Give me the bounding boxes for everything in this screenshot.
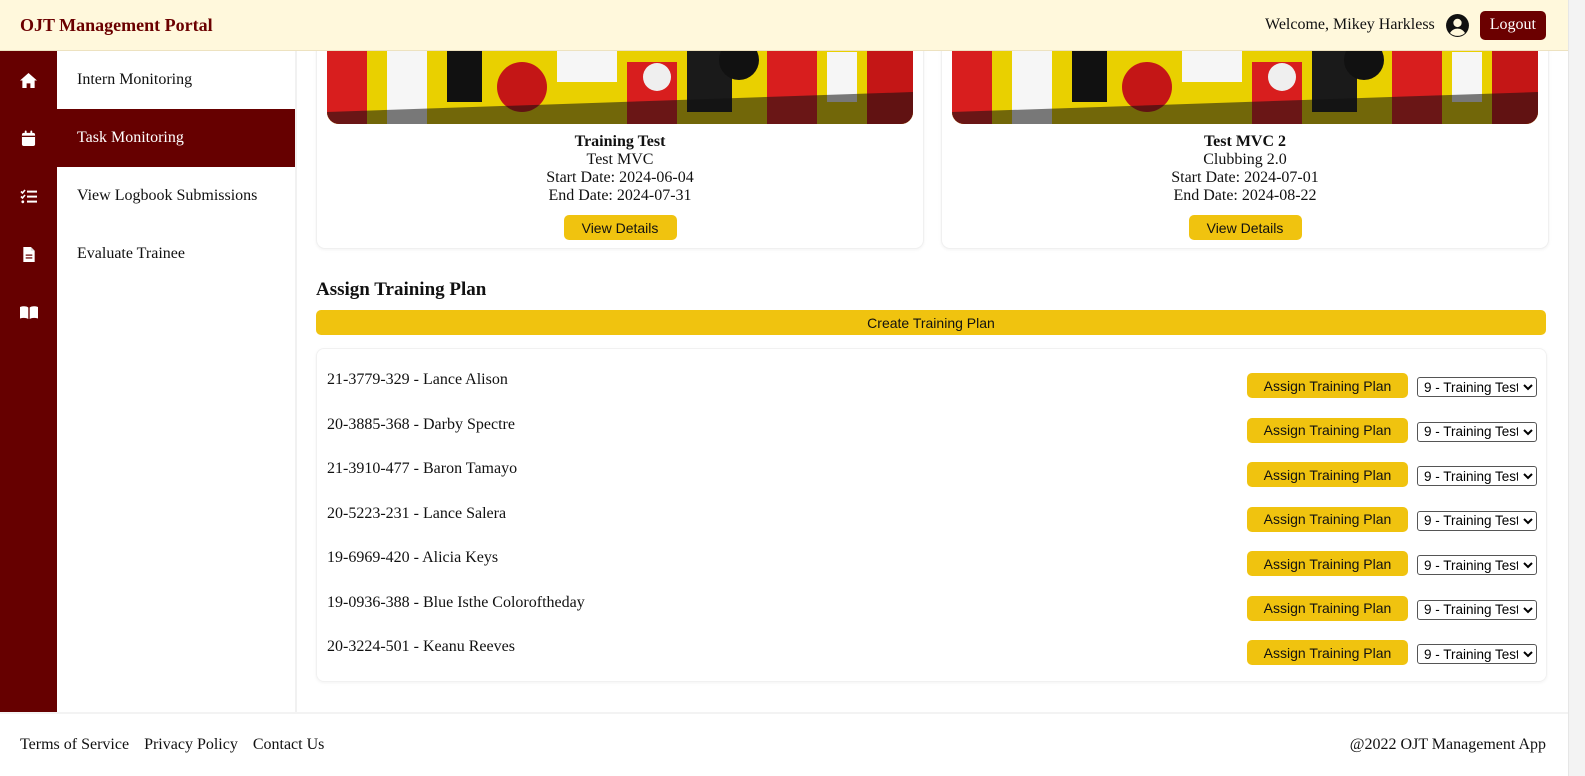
home-icon[interactable] — [0, 51, 57, 109]
training-plan-select[interactable]: 9 - Training Test — [1417, 466, 1537, 486]
page-scrollbar[interactable] — [1568, 0, 1585, 776]
end-date: End Date: 2024-07-31 — [548, 187, 692, 204]
training-card-body: Training Test Test MVC Start Date: 2024-… — [317, 133, 923, 240]
intern-row: 20-5223-231 - Lance Salera Assign Traini… — [317, 505, 1546, 535]
assign-training-plan-button[interactable]: Assign Training Plan — [1247, 640, 1408, 665]
intern-name: 19-6969-420 - Alicia Keys — [327, 549, 499, 566]
intern-row: 20-3224-501 - Keanu Reeves Assign Traini… — [317, 638, 1546, 668]
training-plan-select[interactable]: 9 - Training Test — [1417, 555, 1537, 575]
assign-training-plan-button[interactable]: Assign Training Plan — [1247, 373, 1408, 398]
training-plan-select[interactable]: 9 - Training Test — [1417, 644, 1537, 664]
assign-training-plan-button[interactable]: Assign Training Plan — [1247, 551, 1408, 576]
intern-row: 20-3885-368 - Darby Spectre Assign Train… — [317, 416, 1546, 446]
training-subtitle: Test MVC — [586, 151, 654, 168]
view-details-button[interactable]: View Details — [1188, 215, 1302, 240]
footer-links: Terms of Service Privacy Policy Contact … — [20, 736, 324, 754]
training-card-body: Test MVC 2 Clubbing 2.0 Start Date: 2024… — [942, 133, 1548, 240]
start-date: Start Date: 2024-06-04 — [546, 169, 694, 186]
intern-name: 21-3779-329 - Lance Alison — [327, 371, 508, 388]
training-subtitle: Clubbing 2.0 — [1203, 151, 1287, 168]
intern-row: 19-6969-420 - Alicia Keys Assign Trainin… — [317, 549, 1546, 579]
menu-item-intern-monitoring[interactable]: Intern Monitoring — [57, 51, 295, 109]
app-title: OJT Management Portal — [20, 14, 213, 35]
assign-training-plan-button[interactable]: Assign Training Plan — [1247, 595, 1408, 621]
create-training-plan-button[interactable]: Create Training Plan — [316, 310, 1546, 335]
intern-row: 21-3779-329 - Lance Alison Assign Traini… — [317, 371, 1546, 401]
training-title: Training Test — [574, 133, 666, 150]
contact-link[interactable]: Contact Us — [253, 736, 325, 754]
assign-section-title: Assign Training Plan — [316, 279, 487, 300]
training-plan-select[interactable]: 9 - Training Test — [1417, 421, 1537, 442]
privacy-link[interactable]: Privacy Policy — [144, 736, 238, 754]
user-avatar-icon[interactable] — [1445, 13, 1470, 38]
intern-assignment-list: 21-3779-329 - Lance Alison Assign Traini… — [316, 348, 1547, 682]
page-footer: Terms of Service Privacy Policy Contact … — [0, 712, 1568, 776]
intern-name: 20-5223-231 - Lance Salera — [327, 504, 507, 522]
menu-item-view-logbook-submissions[interactable]: View Logbook Submissions — [57, 167, 295, 225]
intern-row: 21-3910-477 - Baron Tamayo Assign Traini… — [317, 460, 1546, 490]
document-icon[interactable] — [0, 225, 57, 283]
assign-training-plan-button[interactable]: Assign Training Plan — [1247, 506, 1408, 532]
training-card: Test MVC 2 Clubbing 2.0 Start Date: 2024… — [941, 51, 1549, 249]
intern-name: 21-3910-477 - Baron Tamayo — [327, 460, 518, 477]
side-menu: Intern Monitoring Task Monitoring View L… — [57, 51, 297, 712]
book-icon[interactable] — [0, 283, 57, 341]
terms-link[interactable]: Terms of Service — [20, 736, 129, 754]
calendar-icon[interactable] — [0, 109, 57, 167]
view-details-button[interactable]: View Details — [563, 215, 677, 240]
training-plan-select[interactable]: 9 - Training Test — [1417, 510, 1537, 531]
intern-row: 19-0936-388 - Blue Isthe Coloroftheday A… — [317, 594, 1546, 624]
copyright-text: @2022 OJT Management App — [1349, 736, 1546, 753]
top-header: OJT Management Portal Welcome, Mikey Har… — [0, 0, 1568, 51]
training-plan-select[interactable]: 9 - Training Test — [1417, 599, 1537, 620]
intern-name: 20-3224-501 - Keanu Reeves — [327, 638, 515, 655]
training-card-image — [952, 51, 1538, 124]
menu-item-task-monitoring[interactable]: Task Monitoring — [57, 109, 295, 167]
training-title: Test MVC 2 — [1203, 133, 1287, 150]
training-plan-select[interactable]: 9 - Training Test — [1417, 377, 1537, 397]
assign-training-plan-button[interactable]: Assign Training Plan — [1247, 462, 1408, 487]
training-card-image — [327, 51, 913, 124]
training-card: Training Test Test MVC Start Date: 2024-… — [316, 51, 924, 249]
start-date: Start Date: 2024-07-01 — [1171, 169, 1319, 186]
assign-training-plan-button[interactable]: Assign Training Plan — [1247, 417, 1408, 443]
main-content: Training Test Test MVC Start Date: 2024-… — [298, 51, 1568, 712]
logout-button[interactable]: Logout — [1479, 10, 1546, 40]
welcome-text: Welcome, Mikey Harkless — [1265, 16, 1435, 33]
menu-item-evaluate-trainee[interactable]: Evaluate Trainee — [57, 225, 295, 283]
user-area: Welcome, Mikey Harkless Logout — [1265, 10, 1546, 40]
checklist-icon[interactable] — [0, 167, 57, 225]
intern-name: 19-0936-388 - Blue Isthe Coloroftheday — [327, 593, 585, 611]
intern-name: 20-3885-368 - Darby Spectre — [327, 415, 515, 433]
end-date: End Date: 2024-08-22 — [1173, 187, 1317, 204]
icon-rail — [0, 51, 57, 712]
